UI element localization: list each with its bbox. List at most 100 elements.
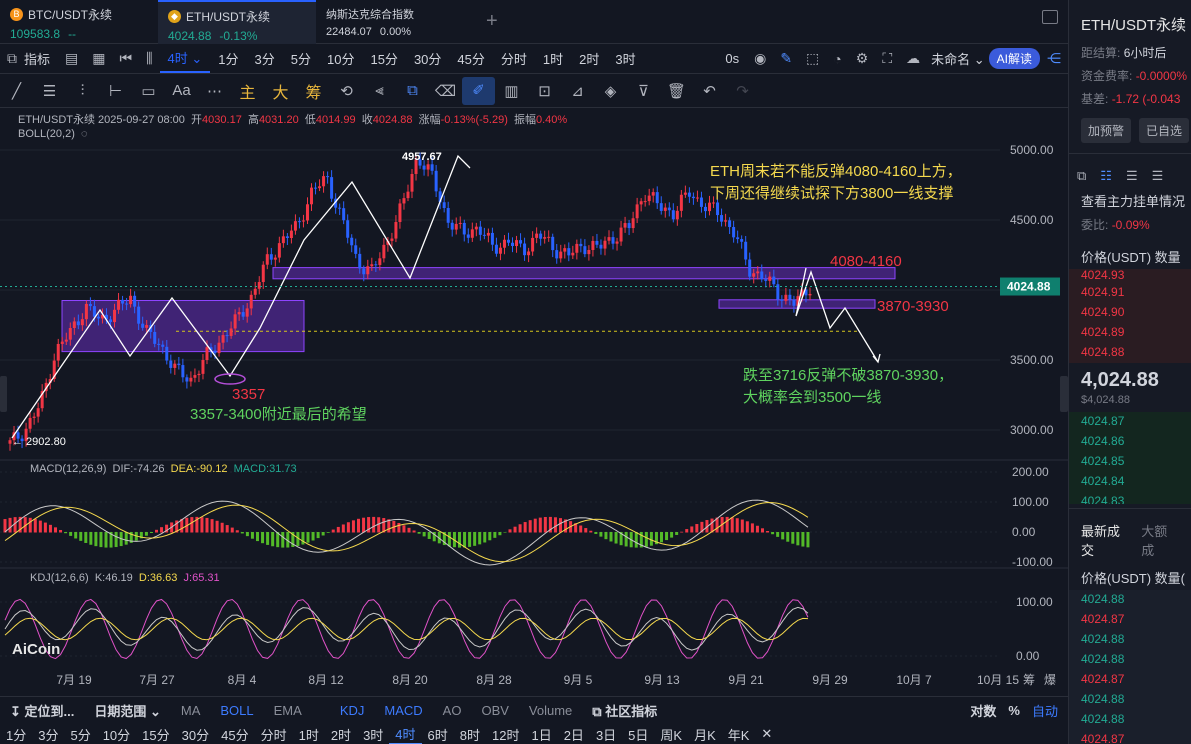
chart-svg[interactable]: 3000.003500.004000.004500.005000.004957.… bbox=[0, 108, 1068, 696]
book-bids-icon[interactable]: ☰ bbox=[1152, 168, 1164, 184]
clock-icon[interactable]: ◔ bbox=[826, 51, 848, 67]
indicator-obv[interactable]: OBV bbox=[471, 703, 518, 718]
tab-eth[interactable]: ◆ ETH/USDT永续 4024.88 -0.13% bbox=[158, 0, 316, 44]
period-8h[interactable]: 8时 bbox=[454, 725, 486, 744]
candles-icon[interactable]: ▥ bbox=[495, 82, 528, 100]
period-30m[interactable]: 30分 bbox=[176, 725, 215, 744]
orderbook-title[interactable]: 查看主力挂单情况 bbox=[1069, 188, 1191, 213]
popout-icon[interactable]: ⧉ bbox=[1077, 168, 1086, 184]
ruler-icon[interactable]: ⊿ bbox=[561, 82, 594, 100]
ask-row[interactable]: 4024.90 bbox=[1069, 303, 1191, 323]
period-5d[interactable]: 5日 bbox=[622, 725, 654, 744]
magnet-icon[interactable]: ⫷ bbox=[363, 82, 396, 99]
boll-legend[interactable]: BOLL(20,2) ◌ bbox=[18, 128, 88, 140]
indicator-boll[interactable]: BOLL bbox=[210, 703, 263, 718]
pattern-icon[interactable]: ◈ bbox=[594, 82, 627, 100]
community-indicators-button[interactable]: ⧉ 社区指标 bbox=[582, 701, 667, 720]
period-3m[interactable]: 3分 bbox=[32, 725, 64, 744]
tab-latest-trades[interactable]: 最新成交 bbox=[1081, 521, 1131, 559]
log-scale-toggle[interactable]: 对数 bbox=[964, 701, 1002, 720]
parallel-icon[interactable]: ⫶ bbox=[66, 82, 99, 99]
add-tab-icon[interactable]: + bbox=[486, 10, 498, 33]
tab-nasdaq[interactable]: 纳斯达克综合指数 22484.07 0.00% bbox=[316, 0, 476, 44]
indicator-macd[interactable]: MACD bbox=[374, 703, 432, 718]
brush-icon[interactable]: ⟲ bbox=[330, 82, 363, 100]
layout-icon[interactable] bbox=[1042, 10, 1058, 24]
bid-row[interactable]: 4024.86 bbox=[1069, 432, 1191, 452]
tab-big-trades[interactable]: 大额成 bbox=[1141, 521, 1179, 559]
ask-row[interactable]: 4024.88 bbox=[1069, 343, 1191, 363]
period-2h[interactable]: 2时 bbox=[325, 725, 357, 744]
period-year[interactable]: 年K bbox=[722, 725, 756, 744]
ai-analysis-button[interactable]: AI解读 bbox=[988, 48, 1040, 69]
period-1d[interactable]: 1日 bbox=[525, 725, 557, 744]
interval-selected[interactable]: 4时 ⌄ bbox=[159, 45, 211, 73]
locate-button[interactable]: ↧ 定位到... bbox=[0, 701, 84, 720]
macd-legend[interactable]: MACD(12,26,9) DIF:-74.26 DEA:-90.12 MACD… bbox=[30, 463, 297, 475]
share-icon[interactable]: ⋲ bbox=[1040, 50, 1068, 67]
indicator-volume[interactable]: Volume bbox=[519, 703, 582, 718]
period-12h[interactable]: 12时 bbox=[486, 725, 525, 744]
pen-icon[interactable]: ✎ bbox=[773, 50, 799, 67]
ask-row[interactable]: 4024.89 bbox=[1069, 323, 1191, 343]
period-3h[interactable]: 3时 bbox=[357, 725, 389, 744]
fullscreen-icon[interactable]: ⛶ bbox=[875, 50, 899, 67]
kdj-legend[interactable]: KDJ(12,6,6) K:46.19 D:36.63 J:65.31 bbox=[30, 572, 220, 584]
add-alert-button[interactable]: 加预警 bbox=[1081, 118, 1132, 143]
close-period-icon[interactable]: ✕ bbox=[755, 726, 778, 742]
interval-timeshare[interactable]: 分时 bbox=[493, 49, 535, 68]
watchlist-button[interactable]: 已自选 bbox=[1139, 118, 1190, 143]
percent-scale-toggle[interactable]: % bbox=[1002, 703, 1026, 718]
interval-2h[interactable]: 2时 bbox=[571, 49, 607, 68]
book-asks-icon[interactable]: ☰ bbox=[1126, 168, 1138, 184]
settings-icon[interactable]: ⚙ bbox=[849, 50, 876, 67]
bid-row[interactable]: 4024.84 bbox=[1069, 472, 1191, 492]
indicator-ema[interactable]: EMA bbox=[264, 703, 312, 718]
template-icon[interactable]: ▤ bbox=[58, 50, 85, 67]
grid-icon[interactable]: ▦ bbox=[85, 50, 112, 67]
period-1h[interactable]: 1时 bbox=[293, 725, 325, 744]
channel-icon[interactable]: ☰ bbox=[33, 82, 66, 100]
filter-icon[interactable]: ⊽ bbox=[627, 82, 660, 100]
period-45m[interactable]: 45分 bbox=[215, 725, 254, 744]
ask-row[interactable]: 4024.91 bbox=[1069, 283, 1191, 303]
interval-3m[interactable]: 3分 bbox=[247, 49, 283, 68]
redo-icon[interactable]: ↷ bbox=[726, 82, 759, 100]
indicator-kdj[interactable]: KDJ bbox=[330, 703, 375, 718]
interval-1m[interactable]: 1分 bbox=[210, 49, 246, 68]
clip-icon[interactable]: ⊡ bbox=[528, 82, 561, 100]
hline-icon[interactable]: ⊢ bbox=[99, 82, 132, 100]
interval-5m[interactable]: 5分 bbox=[283, 49, 319, 68]
period-10m[interactable]: 10分 bbox=[97, 725, 136, 744]
period-month[interactable]: 月K bbox=[688, 725, 722, 744]
big-order-button[interactable]: 大 bbox=[264, 79, 297, 103]
period-15m[interactable]: 15分 bbox=[136, 725, 175, 744]
eraser-icon[interactable]: ⌫ bbox=[429, 82, 462, 100]
trendline-icon[interactable]: ╱ bbox=[0, 82, 33, 100]
indicator-ma[interactable]: MA bbox=[171, 703, 211, 718]
camera-icon[interactable]: ◉ bbox=[747, 50, 773, 67]
ask-row[interactable]: 4024.93 bbox=[1069, 269, 1191, 283]
auto-scale-toggle[interactable]: 自动 bbox=[1026, 701, 1068, 720]
bid-row[interactable]: 4024.85 bbox=[1069, 452, 1191, 472]
interval-15m[interactable]: 15分 bbox=[362, 49, 405, 68]
right-collapse-handle[interactable] bbox=[1060, 376, 1068, 412]
period-1m[interactable]: 1分 bbox=[0, 725, 32, 744]
draw-mode-icon[interactable]: ✐ bbox=[462, 76, 495, 105]
text-tool-icon[interactable]: Aa bbox=[165, 82, 198, 99]
more-icon[interactable]: ⋯ bbox=[198, 82, 231, 100]
cloud-icon[interactable]: ☁ bbox=[899, 50, 927, 67]
period-week[interactable]: 周K bbox=[654, 725, 688, 744]
interval-30m[interactable]: 30分 bbox=[406, 49, 449, 68]
copy-icon[interactable]: ⧉ bbox=[396, 82, 429, 99]
share-screen-icon[interactable]: ⬚ bbox=[799, 50, 826, 67]
replay-icon[interactable]: ⏮ bbox=[112, 50, 139, 67]
interval-10m[interactable]: 10分 bbox=[319, 49, 362, 68]
layout-name[interactable]: 未命名 ⌄ bbox=[927, 49, 989, 68]
indicator-ao[interactable]: AO bbox=[433, 703, 472, 718]
undo-icon[interactable]: ↶ bbox=[693, 82, 726, 100]
indicators-button[interactable]: 指标 bbox=[24, 49, 58, 68]
chip-button[interactable]: 筹 bbox=[297, 79, 330, 103]
book-both-icon[interactable]: ☷ bbox=[1100, 168, 1112, 184]
indicator-icon[interactable]: ⧉ bbox=[0, 50, 24, 67]
